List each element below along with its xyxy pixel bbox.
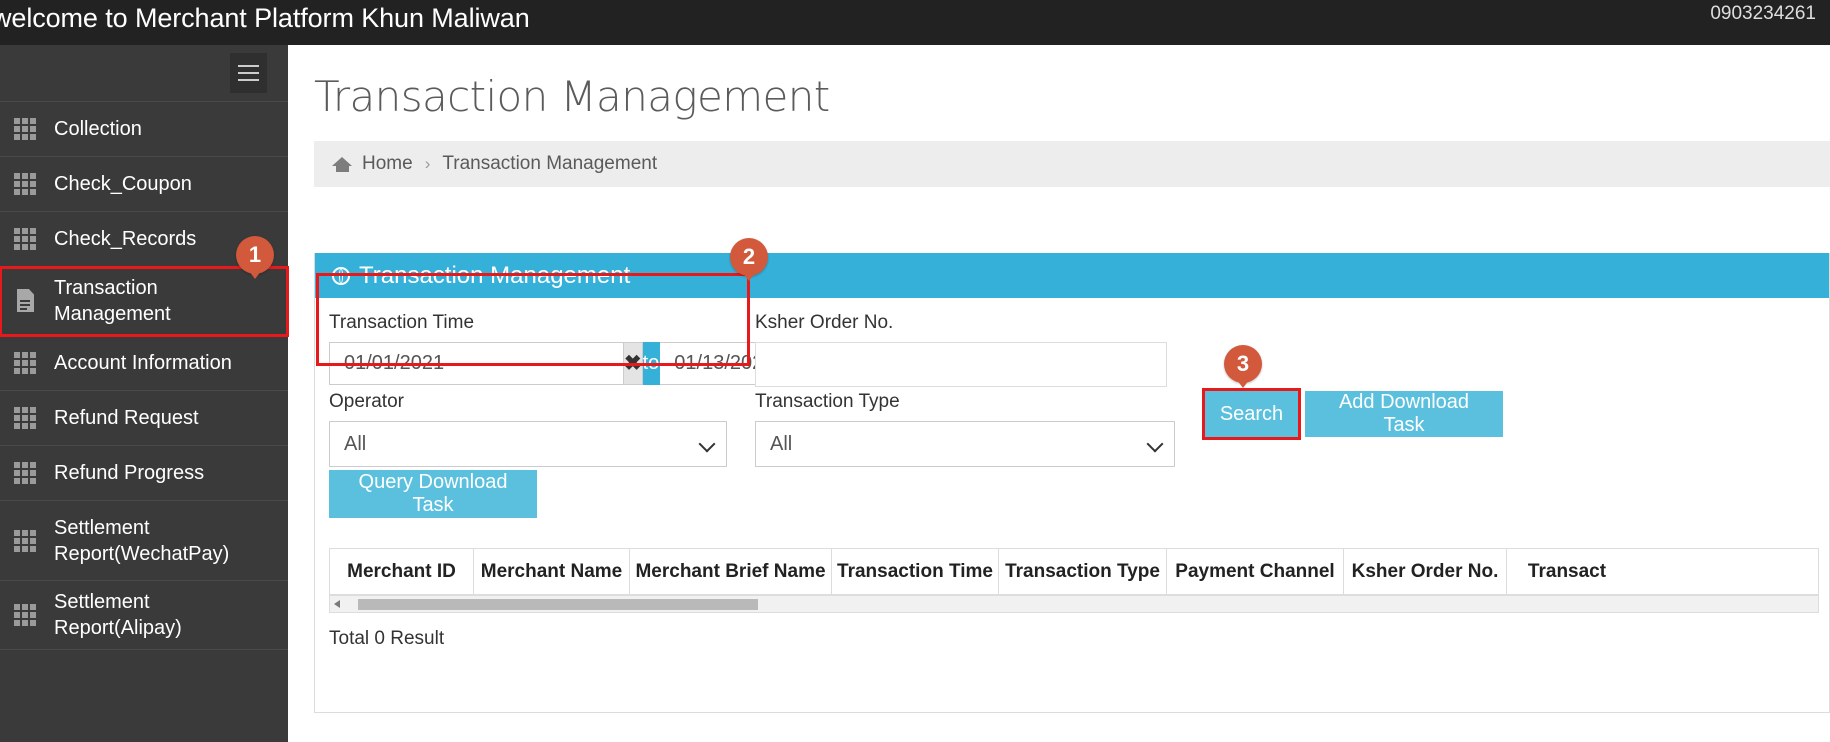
- sidebar-item-transaction-management[interactable]: Transaction Management: [0, 266, 289, 337]
- breadcrumb-current: Transaction Management: [442, 153, 658, 174]
- date-range-to-separator: to: [642, 342, 661, 385]
- sidebar-item-label: Refund Request: [54, 407, 199, 429]
- table-horizontal-scrollbar[interactable]: [329, 596, 1819, 613]
- panel-header: Transaction Management: [315, 253, 1829, 298]
- ksher-order-group: Ksher Order No.: [755, 312, 1167, 387]
- sidebar-item-refund-request[interactable]: Refund Request: [0, 391, 288, 446]
- panel-body: Transaction Time ✖ to ✖ Operator All: [315, 298, 1829, 649]
- breadcrumb-separator: ›: [424, 154, 431, 173]
- main-content: Transaction Management Home › Transactio…: [288, 45, 1830, 742]
- operator-select-value: All: [329, 421, 727, 467]
- grid-icon: [14, 118, 37, 141]
- transactions-table: Merchant ID Merchant Name Merchant Brief…: [329, 548, 1819, 613]
- grid-icon: [14, 407, 37, 430]
- grid-icon: [14, 352, 37, 375]
- sidebar-item-refund-progress[interactable]: Refund Progress: [0, 446, 288, 501]
- column-header-transaction-time[interactable]: Transaction Time: [832, 549, 999, 594]
- sidebar-item-label: Refund Progress: [54, 462, 205, 484]
- transaction-type-select[interactable]: All: [755, 421, 1175, 467]
- transaction-type-select-value: All: [755, 421, 1175, 467]
- page-title: Transaction Management: [314, 72, 830, 121]
- top-bar: welcome to Merchant Platform Khun Maliwa…: [0, 0, 1830, 45]
- annotation-badge-1: 1: [236, 236, 274, 274]
- home-icon: [332, 156, 353, 173]
- transaction-type-label: Transaction Type: [755, 391, 900, 412]
- date-from-input[interactable]: [329, 342, 624, 385]
- hamburger-bar: [238, 65, 259, 67]
- operator-label: Operator: [329, 391, 404, 412]
- breadcrumb: Home › Transaction Management: [314, 141, 1830, 187]
- sidebar-item-label: Settlement Report(WechatPay): [54, 516, 230, 565]
- sidebar-item-label: Transaction Management: [54, 277, 171, 325]
- grid-icon: [14, 462, 37, 485]
- scrollbar-thumb[interactable]: [358, 599, 758, 610]
- transaction-management-panel: Transaction Management Transaction Time …: [314, 253, 1830, 713]
- app-root: welcome to Merchant Platform Khun Maliwa…: [0, 0, 1830, 742]
- sidebar-item-label: Check_Coupon: [54, 173, 192, 195]
- sidebar-item-label: Settlement Report(Alipay): [54, 591, 182, 639]
- transaction-type-group: Transaction Type All: [755, 391, 1175, 467]
- date-range-picker: ✖ to ✖: [329, 342, 973, 385]
- add-download-task-button[interactable]: Add Download Task: [1305, 391, 1503, 437]
- sidebar: Collection Check_Coupon Check_Records Tr…: [0, 45, 289, 742]
- sidebar-item-label: Account Information: [54, 352, 232, 374]
- sidebar-item-label: Check_Records: [54, 228, 197, 250]
- hamburger-bar: [238, 72, 259, 74]
- sidebar-header: [0, 45, 288, 102]
- grid-icon: [14, 228, 37, 251]
- column-header-merchant-brief-name[interactable]: Merchant Brief Name: [630, 549, 832, 594]
- table-header-row: Merchant ID Merchant Name Merchant Brief…: [329, 548, 1819, 596]
- globe-icon: [332, 266, 350, 285]
- column-header-merchant-id[interactable]: Merchant ID: [330, 549, 474, 594]
- column-header-payment-channel[interactable]: Payment Channel: [1167, 549, 1344, 594]
- column-header-transaction-truncated[interactable]: Transact: [1507, 549, 1627, 594]
- sidebar-item-settlement-report-alipay[interactable]: Settlement Report(Alipay): [0, 581, 288, 650]
- transaction-time-label: Transaction Time: [329, 312, 475, 333]
- ksher-order-label: Ksher Order No.: [755, 312, 894, 333]
- sidebar-item-collection[interactable]: Collection: [0, 102, 288, 157]
- sidebar-item-check-coupon[interactable]: Check_Coupon: [0, 157, 288, 212]
- grid-icon: [14, 173, 37, 196]
- sidebar-item-settlement-report-wechatpay[interactable]: Settlement Report(WechatPay): [0, 501, 288, 581]
- panel-title: Transaction Management: [359, 261, 631, 289]
- column-header-ksher-order-no[interactable]: Ksher Order No.: [1344, 549, 1507, 594]
- transaction-time-group: Transaction Time ✖ to ✖: [329, 312, 973, 385]
- ksher-order-input[interactable]: [755, 342, 1167, 387]
- date-from-clear-icon[interactable]: ✖: [624, 342, 643, 385]
- operator-select[interactable]: All: [329, 421, 727, 467]
- scroll-left-arrow-icon[interactable]: [334, 600, 340, 608]
- sidebar-item-label: Collection: [54, 118, 142, 140]
- column-header-merchant-name[interactable]: Merchant Name: [474, 549, 630, 594]
- total-result-text: Total 0 Result: [329, 628, 445, 649]
- account-phone-number[interactable]: 0903234261: [1710, 3, 1816, 25]
- grid-icon: [14, 529, 37, 552]
- sidebar-item-account-information[interactable]: Account Information: [0, 336, 288, 391]
- column-header-transaction-type[interactable]: Transaction Type: [999, 549, 1167, 594]
- welcome-text: welcome to Merchant Platform Khun Maliwa…: [0, 3, 530, 33]
- operator-group: Operator All: [329, 391, 727, 467]
- query-download-task-button[interactable]: Query Download Task: [329, 470, 537, 518]
- grid-icon: [14, 604, 37, 627]
- search-button[interactable]: Search: [1202, 388, 1301, 440]
- hamburger-bar: [238, 79, 259, 81]
- annotation-badge-3: 3: [1224, 345, 1262, 383]
- annotation-badge-2: 2: [730, 238, 768, 276]
- breadcrumb-home-link[interactable]: Home: [362, 153, 413, 175]
- hamburger-menu-icon[interactable]: [230, 53, 267, 93]
- document-icon: [14, 288, 37, 314]
